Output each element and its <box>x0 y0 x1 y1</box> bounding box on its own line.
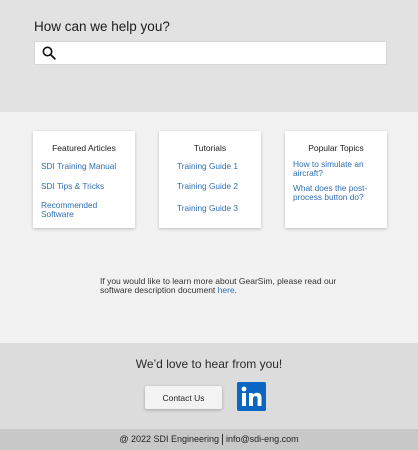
popular-topics-card: Popular Topics How to simulate an aircra… <box>285 131 387 228</box>
search-box[interactable] <box>34 41 387 65</box>
link-training-guide-3[interactable]: Training Guide 3 <box>177 204 238 213</box>
card-title: Popular Topics <box>308 143 364 153</box>
help-hero: How can we help you? <box>0 0 418 112</box>
link-training-guide-2[interactable]: Training Guide 2 <box>177 182 238 191</box>
link-sdi-training-manual[interactable]: SDI Training Manual <box>41 162 116 171</box>
link-recommended-software[interactable]: Recommended Software <box>41 201 121 219</box>
search-icon <box>42 46 56 60</box>
contact-title: We’d love to hear from you! <box>135 357 283 371</box>
link-simulate-aircraft[interactable]: How to simulate an aircraft? <box>293 160 383 178</box>
tutorials-card: Tutorials Training Guide 1 Training Guid… <box>159 131 261 228</box>
contact-section: We’d love to hear from you! Contact Us <box>0 343 418 429</box>
linkedin-icon[interactable] <box>237 382 266 411</box>
info-suffix: . <box>234 285 238 295</box>
card-title: Featured Articles <box>52 143 116 153</box>
help-title: How can we help you? <box>34 19 170 34</box>
footer-email[interactable]: info@sdi-eng.com <box>226 434 299 444</box>
link-sdi-tips-tricks[interactable]: SDI Tips & Tricks <box>41 182 104 191</box>
search-input[interactable] <box>61 44 381 62</box>
card-title: Tutorials <box>193 143 227 153</box>
info-here-link[interactable]: here <box>218 285 235 295</box>
footer-copyright: @ 2022 SDI Engineering <box>119 434 220 444</box>
link-post-process-button[interactable]: What does the post-process button do? <box>293 184 385 202</box>
featured-articles-card: Featured Articles SDI Training Manual SD… <box>33 131 135 228</box>
footer-separator <box>222 434 224 446</box>
gearsim-info-text: If you would like to learn more about Ge… <box>100 277 340 295</box>
footer: @ 2022 SDI Engineering info@sdi-eng.com <box>0 429 418 450</box>
contact-us-button[interactable]: Contact Us <box>145 386 222 409</box>
link-training-guide-1[interactable]: Training Guide 1 <box>177 162 238 171</box>
help-cards: Featured Articles SDI Training Manual SD… <box>0 131 418 229</box>
